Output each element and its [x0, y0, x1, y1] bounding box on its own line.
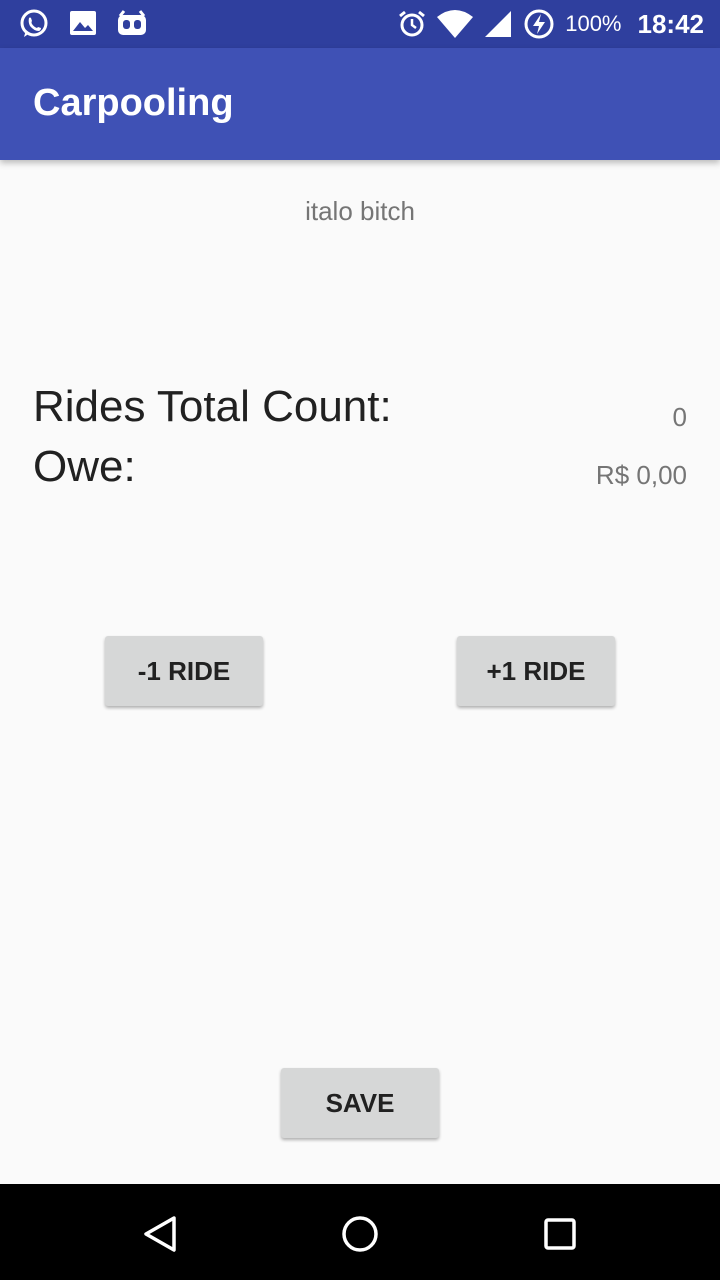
battery-percent: 100% — [565, 11, 622, 36]
signal-icon — [483, 9, 513, 39]
app-bar: Carpooling — [0, 48, 720, 160]
whatsapp-icon — [18, 8, 50, 40]
navigation-bar — [0, 1184, 720, 1280]
image-icon — [68, 8, 98, 40]
app-title: Carpooling — [33, 82, 234, 124]
person-name: italo bitch — [305, 196, 415, 226]
plus-one-ride-button[interactable]: +1 RIDE — [457, 636, 615, 706]
save-button[interactable]: SAVE — [281, 1068, 439, 1138]
back-icon[interactable] — [138, 1212, 182, 1256]
main-content: italo bitch Rides Total Count: 0 Owe: R$… — [0, 160, 720, 1184]
battery-charging-icon — [523, 8, 555, 40]
owe-value: R$ 0,00 — [595, 460, 687, 490]
rides-total-count-value: 0 — [672, 402, 687, 432]
clock: 18:42 — [637, 8, 705, 39]
alarm-icon — [397, 9, 427, 39]
home-icon[interactable] — [338, 1212, 382, 1256]
android-debug-icon — [116, 8, 148, 40]
owe-label: Owe: — [33, 442, 136, 491]
recents-icon[interactable] — [538, 1212, 582, 1256]
wifi-icon — [437, 9, 474, 39]
minus-one-ride-button[interactable]: -1 RIDE — [105, 636, 263, 706]
status-bar: 100% 18:42 — [0, 0, 720, 48]
rides-total-count-label: Rides Total Count: — [33, 382, 392, 431]
